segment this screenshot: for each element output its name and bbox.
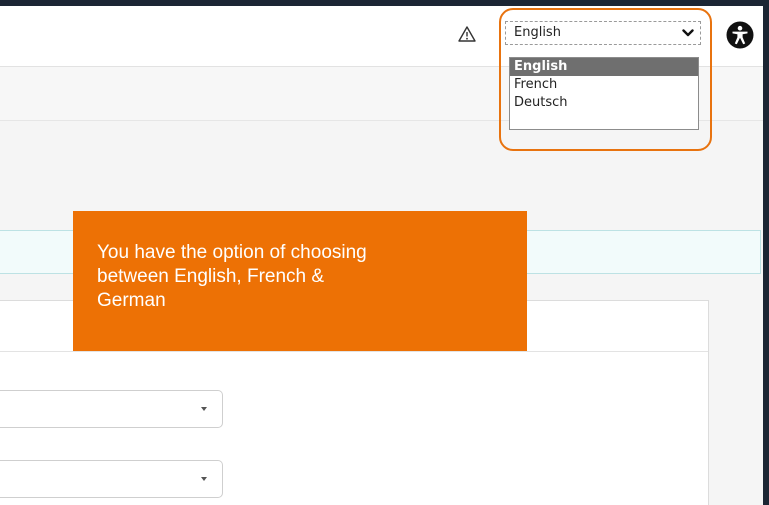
callout-line-2: between English, French &: [97, 266, 325, 287]
select-field-1[interactable]: [0, 390, 223, 428]
callout-line-3: German: [97, 290, 166, 311]
language-highlight-ring: [499, 8, 712, 151]
caret-down-icon: [201, 477, 207, 481]
select-field-2[interactable]: [0, 460, 223, 498]
accessibility-icon[interactable]: [726, 21, 754, 49]
callout-line-1: You have the option of choosing: [97, 242, 367, 263]
caret-down-icon: [201, 407, 207, 411]
tutorial-callout: You have the option of choosing between …: [73, 211, 527, 351]
warning-triangle-icon[interactable]: [458, 26, 476, 42]
